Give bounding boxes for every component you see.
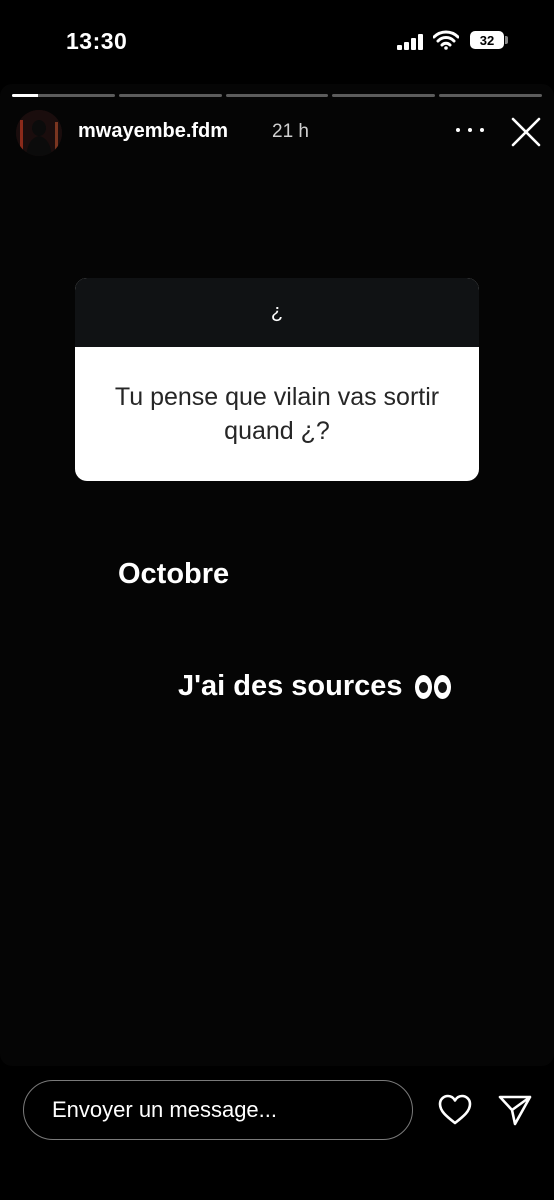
answer-text-2: J'ai des sources <box>178 670 403 702</box>
progress-segment <box>12 94 115 97</box>
question-sticker[interactable]: ¿ Tu pense que vilain vas sortir quand ¿… <box>75 278 479 481</box>
avatar[interactable] <box>16 110 62 156</box>
bottom-bar: Envoyer un message... <box>0 1066 554 1200</box>
progress-segment <box>439 94 542 97</box>
battery-icon: 32 <box>470 31 504 49</box>
status-time: 13:30 <box>66 28 128 54</box>
more-icon[interactable] <box>456 120 484 140</box>
story-time: 21 h <box>272 121 309 142</box>
progress-segment <box>118 94 222 97</box>
answer-text-1: Octobre <box>118 558 230 590</box>
username[interactable]: mwayembe.fdm <box>78 120 228 143</box>
heart-icon[interactable] <box>438 1094 472 1126</box>
story-viewer[interactable]: mwayembe.fdm 21 h ¿ Tu pense que vilain … <box>0 84 554 1066</box>
eyes-emoji <box>414 675 451 700</box>
question-header: ¿ <box>75 278 479 347</box>
message-placeholder: Envoyer un message... <box>52 1097 278 1122</box>
progress-segment <box>225 94 329 97</box>
answer-line-2: J'ai des sources <box>178 670 451 703</box>
message-input[interactable]: Envoyer un message... <box>23 1080 413 1140</box>
question-text: Tu pense que vilain vas sortir quand ¿? <box>114 383 440 445</box>
send-icon[interactable] <box>497 1093 533 1127</box>
battery-cap <box>505 36 508 44</box>
status-bar: 13:30 32 <box>0 0 554 84</box>
wifi-icon <box>433 30 459 50</box>
story-progress <box>12 94 542 97</box>
progress-segment <box>332 94 436 97</box>
close-icon[interactable] <box>510 116 542 148</box>
signal-icon <box>397 34 425 50</box>
